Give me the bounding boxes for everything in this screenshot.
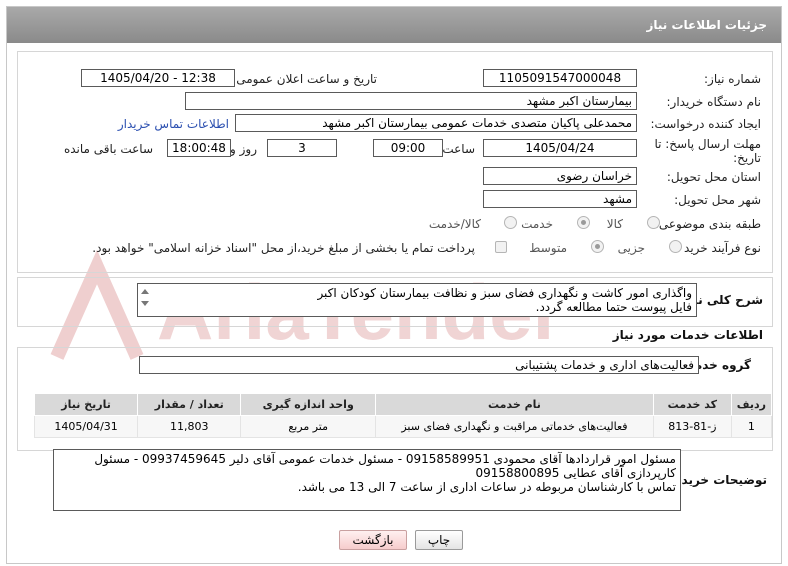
col-quantity: تعداد / مقدار bbox=[137, 393, 242, 416]
category-goods-label: کالا bbox=[606, 217, 623, 231]
col-code: کد خدمت bbox=[652, 393, 732, 416]
city-field[interactable]: مشهد bbox=[483, 190, 637, 208]
cell-need-date: 1405/04/31 bbox=[33, 415, 139, 438]
process-medium-label: متوسط bbox=[529, 241, 567, 255]
buyer-notes-textarea[interactable]: مسئول امور قراردادها آقای محمودی 0915858… bbox=[53, 449, 681, 511]
category-goods-radio[interactable] bbox=[647, 216, 660, 229]
col-unit: واحد اندازه گیری bbox=[240, 393, 377, 416]
creator-label: ایجاد کننده درخواست: bbox=[650, 117, 761, 131]
treasury-payment-checkbox[interactable] bbox=[495, 241, 507, 253]
process-medium-radio[interactable] bbox=[591, 240, 604, 253]
print-button[interactable]: چاپ bbox=[415, 530, 463, 550]
province-field[interactable]: خراسان رضوی bbox=[483, 167, 637, 185]
cell-unit: متر مربع bbox=[240, 415, 377, 438]
need-number-field[interactable]: 1105091547000048 bbox=[483, 69, 637, 87]
process-label: نوع فرآیند خرید : bbox=[676, 241, 761, 255]
announce-field[interactable]: 1405/04/20 - 12:38 bbox=[81, 69, 235, 87]
buyer-org-field[interactable]: بیمارستان اکبر مشهد bbox=[185, 92, 637, 110]
city-label: شهر محل تحویل: bbox=[674, 193, 761, 207]
category-service-radio[interactable] bbox=[577, 216, 590, 229]
deadline-date-field[interactable]: 1405/04/24 bbox=[483, 139, 637, 157]
buyer-org-label: نام دستگاه خریدار: bbox=[666, 95, 762, 109]
province-label: استان محل تحویل: bbox=[666, 170, 761, 184]
category-goods-service-radio[interactable] bbox=[504, 216, 517, 229]
announce-label: تاریخ و ساعت اعلان عمومی: bbox=[232, 72, 377, 86]
days-field[interactable]: 3 bbox=[267, 139, 337, 157]
summary-textarea[interactable]: واگذاری امور کاشت و نگهداری فضای سبز و ن… bbox=[137, 283, 697, 317]
buyer-contact-link[interactable]: اطلاعات تماس خریدار bbox=[118, 117, 229, 131]
category-goods-service-label: کالا/خدمت bbox=[428, 217, 481, 231]
details-panel: جزئیات اطلاعات نیاز AriaTender.net شماره… bbox=[6, 6, 782, 564]
remaining-time-field[interactable]: 18:00:48 bbox=[167, 139, 231, 157]
treasury-payment-note: پرداخت تمام یا بخشی از مبلغ خرید،از محل … bbox=[92, 241, 475, 255]
category-service-label: خدمت bbox=[521, 217, 553, 231]
services-section-title: اطلاعات خدمات مورد نیاز bbox=[612, 328, 763, 342]
cell-row: 1 bbox=[730, 415, 773, 438]
process-minor-radio[interactable] bbox=[669, 240, 682, 253]
remaining-label: ساعت باقی مانده bbox=[63, 142, 153, 156]
deadline-label: مهلت ارسال پاسخ: تا تاریخ: bbox=[654, 137, 761, 165]
panel-title: جزئیات اطلاعات نیاز bbox=[7, 7, 781, 43]
col-name: نام خدمت bbox=[375, 393, 654, 416]
back-button[interactable]: بازگشت bbox=[339, 530, 407, 550]
cell-name: فعالیت‌های خدماتی مراقبت و نگهداری فضای … bbox=[375, 415, 654, 438]
creator-field[interactable]: محمدعلی پاکیان متصدی خدمات عمومی بیمارست… bbox=[235, 114, 637, 132]
process-minor-label: جزیی bbox=[617, 241, 645, 255]
deadline-time-field[interactable]: 09:00 bbox=[373, 139, 443, 157]
table-header-row: ردیف کد خدمت نام خدمت واحد اندازه گیری ت… bbox=[33, 393, 773, 416]
cell-code: ز-81-813 bbox=[652, 415, 732, 438]
category-label: طبقه بندی موضوعی: bbox=[654, 217, 761, 231]
service-group-field[interactable]: فعالیت‌های اداری و خدمات پشتیبانی bbox=[139, 356, 699, 374]
days-label: روز و bbox=[230, 142, 257, 156]
table-row: 1 ز-81-813 فعالیت‌های خدماتی مراقبت و نگ… bbox=[33, 415, 773, 438]
cell-quantity: 11,803 bbox=[137, 415, 242, 438]
need-number-label: شماره نیاز: bbox=[704, 72, 761, 86]
col-need-date: تاریخ نیاز bbox=[33, 393, 139, 416]
deadline-time-label: ساعت bbox=[442, 142, 475, 156]
col-row: ردیف bbox=[730, 393, 773, 416]
scroll-arrows-icon[interactable] bbox=[139, 286, 151, 310]
services-table: ردیف کد خدمت نام خدمت واحد اندازه گیری ت… bbox=[33, 393, 773, 438]
